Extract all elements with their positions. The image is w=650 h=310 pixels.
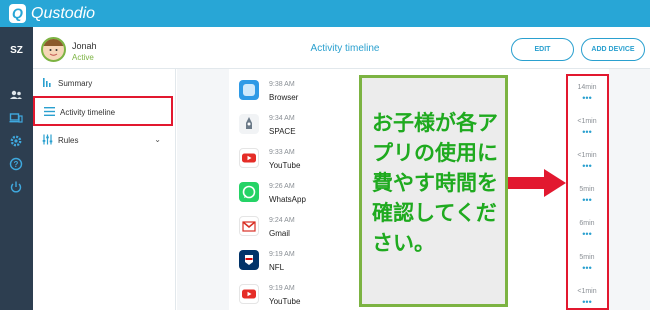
brand-name: Qustodio bbox=[31, 5, 96, 22]
devices-icon[interactable] bbox=[9, 111, 23, 125]
child-avatar-icon bbox=[43, 39, 64, 56]
browser-icon bbox=[239, 80, 259, 100]
timeline-app-name: Browser bbox=[269, 93, 299, 102]
timeline-app-name: WhatsApp bbox=[269, 195, 306, 204]
timeline-app-name: YouTube bbox=[269, 297, 301, 306]
timeline-app-name: SPACE bbox=[269, 127, 296, 136]
sliders-icon bbox=[42, 134, 53, 145]
duration-highlight-box bbox=[566, 74, 609, 310]
list-icon bbox=[44, 107, 55, 116]
timeline-time: 9:26 AM bbox=[269, 183, 295, 190]
chevron-down-icon[interactable]: ⌄ bbox=[154, 135, 161, 144]
timeline-time: 9:33 AM bbox=[269, 149, 295, 156]
user-initials-avatar[interactable]: SZ bbox=[0, 45, 33, 56]
left-rail: SZ ? bbox=[0, 27, 33, 310]
timeline-app-name: YouTube bbox=[269, 161, 301, 170]
section-nav: Summary Activity timeline Rules ⌄ bbox=[33, 69, 176, 310]
gmail-icon bbox=[239, 216, 259, 236]
nav-item-activity-timeline[interactable]: Activity timeline bbox=[33, 96, 173, 126]
annotation-text: お子様が各アプリの使用に費やす時間を確認してください。 bbox=[372, 111, 498, 255]
annotation-callout: お子様が各アプリの使用に費やす時間を確認してください。 bbox=[359, 75, 508, 307]
settings-icon[interactable] bbox=[9, 134, 23, 148]
help-icon[interactable]: ? bbox=[9, 157, 23, 171]
youtube-icon bbox=[239, 148, 259, 168]
nav-item-summary[interactable]: Summary bbox=[33, 70, 176, 96]
timeline-time: 9:38 AM bbox=[269, 81, 295, 88]
logout-icon[interactable] bbox=[9, 180, 23, 194]
whatsapp-icon bbox=[239, 182, 259, 202]
youtube-icon bbox=[239, 284, 259, 304]
add-device-button[interactable]: ADD DEVICE bbox=[581, 38, 645, 61]
people-icon[interactable] bbox=[9, 88, 23, 102]
timeline-time: 9:19 AM bbox=[269, 251, 295, 258]
svg-text:?: ? bbox=[14, 160, 19, 169]
nav-label-rules: Rules bbox=[58, 136, 79, 145]
timeline-app-name: Gmail bbox=[269, 229, 290, 238]
bar-chart-icon bbox=[43, 78, 51, 87]
timeline-time: 9:24 AM bbox=[269, 217, 295, 224]
app-window: Q Qustodio SZ ? Jonah Active Activity ti… bbox=[0, 0, 650, 310]
space-icon bbox=[239, 114, 259, 134]
child-name: Jonah bbox=[72, 41, 97, 51]
timeline-app-name: NFL bbox=[269, 263, 285, 272]
child-avatar[interactable] bbox=[41, 37, 66, 62]
qustodio-logo-icon: Q bbox=[9, 4, 26, 23]
page-title: Activity timeline bbox=[310, 43, 380, 54]
nav-label-summary: Summary bbox=[58, 79, 93, 88]
child-status: Active bbox=[72, 53, 94, 62]
edit-button[interactable]: EDIT bbox=[511, 38, 574, 61]
timeline-time: 9:19 AM bbox=[269, 285, 295, 292]
top-bar: Q Qustodio bbox=[0, 0, 650, 27]
timeline-time: 9:34 AM bbox=[269, 115, 295, 122]
nfl-icon bbox=[239, 250, 259, 270]
nav-item-rules[interactable]: Rules ⌄ bbox=[33, 127, 176, 153]
red-arrow-icon bbox=[508, 169, 566, 197]
nav-label-activity-timeline: Activity timeline bbox=[60, 108, 116, 117]
